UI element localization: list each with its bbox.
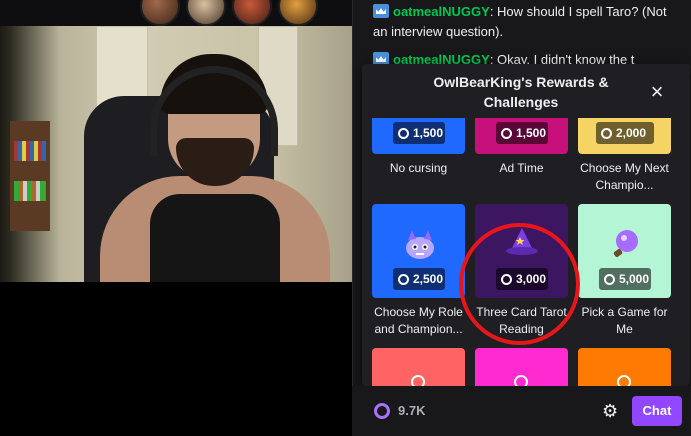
creature-icon — [406, 230, 434, 259]
close-icon[interactable]: × — [646, 81, 668, 103]
channel-points-balance[interactable]: 9.7K — [398, 403, 425, 418]
reward-cost: 2,500 — [393, 268, 445, 290]
reward-tile: 3,000 — [475, 204, 568, 298]
reward-tarot-reading[interactable]: 3,000 Three Card Tarot Reading — [475, 204, 568, 338]
gear-icon[interactable]: ⚙ — [602, 402, 620, 420]
reward-label: Pick a Game for Me — [581, 305, 668, 336]
reward-cost: 1,500 — [393, 122, 445, 144]
reward-cost: 5,000 — [599, 268, 651, 290]
reward-tile-partial[interactable] — [578, 348, 671, 386]
wizard-hat-icon — [506, 228, 538, 255]
video-letterbox — [0, 282, 352, 436]
reward-tile-partial[interactable] — [372, 348, 465, 386]
clock-icon — [617, 375, 631, 386]
webcam-feed — [0, 26, 352, 282]
video-player[interactable] — [0, 0, 352, 436]
chat-bottom-bar: 9.7K ⚙ Chat — [352, 386, 691, 436]
champion-avatars — [140, 0, 318, 26]
reward-no-cursing[interactable]: 1,500 No cursing — [372, 106, 465, 194]
reward-cost: 3,000 — [496, 268, 548, 290]
reward-label: Choose My Role and Champion... — [374, 305, 463, 336]
reward-choose-role[interactable]: 2,500 Choose My Role and Champion... — [372, 204, 465, 338]
crown-badge-icon — [373, 4, 389, 18]
reward-label: Ad Time — [499, 161, 544, 175]
tank-top — [150, 194, 280, 282]
champion-avatar — [186, 0, 226, 26]
reward-pick-game[interactable]: 5,000 Pick a Game for Me — [578, 204, 671, 338]
reward-label: No cursing — [389, 161, 448, 175]
champion-avatar — [232, 0, 272, 26]
channel-points-icon[interactable] — [374, 403, 390, 419]
popover-title: OwlBearKing's Rewards & Challenges — [433, 74, 609, 110]
reward-cost: 2,000 — [596, 122, 654, 144]
rewards-popover: OwlBearKing's Rewards & Challenges × 1,5… — [362, 64, 690, 386]
popover-header: OwlBearKing's Rewards & Challenges × — [362, 64, 690, 118]
reward-label: Three Card Tarot Reading — [476, 305, 567, 336]
reward-label: Choose My Next Champio... — [580, 161, 669, 192]
reward-choose-champion[interactable]: 2,000 Choose My Next Champio... — [578, 106, 671, 194]
reward-ad-time[interactable]: 1,500 Ad Time — [475, 106, 568, 194]
potion-icon — [613, 230, 638, 257]
bookshelf — [10, 121, 50, 231]
reward-tile — [475, 348, 568, 386]
reward-tile — [372, 348, 465, 386]
chat-username[interactable]: oatmealNUGGY — [393, 4, 490, 19]
chat-message: oatmealNUGGY: How should I spell Taro? (… — [373, 2, 673, 42]
reward-cost: 1,500 — [496, 122, 548, 144]
top-strip — [0, 0, 352, 26]
champion-avatar — [140, 0, 180, 26]
clock-icon — [411, 375, 425, 386]
reward-tile: 5,000 — [578, 204, 671, 298]
reward-tile: 2,500 — [372, 204, 465, 298]
champion-avatar — [278, 0, 318, 26]
reward-tile-partial[interactable] — [475, 348, 568, 386]
reward-tile — [578, 348, 671, 386]
chat-button[interactable]: Chat — [632, 396, 682, 426]
clock-icon — [514, 375, 528, 386]
